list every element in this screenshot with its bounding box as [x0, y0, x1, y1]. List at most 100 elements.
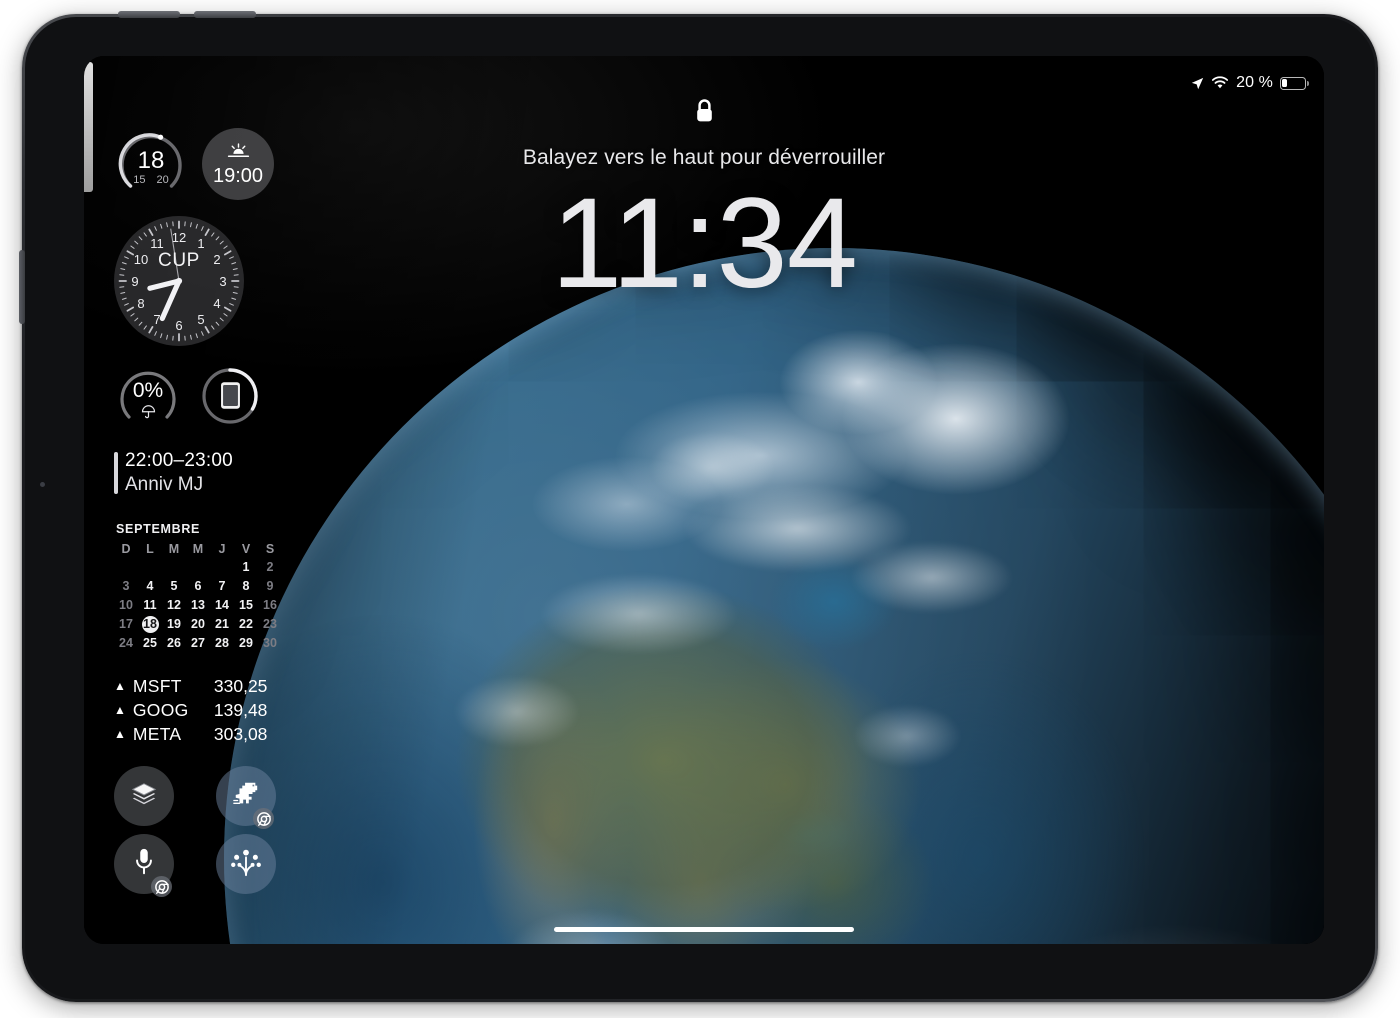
precipitation-value-label: 0% — [132, 379, 164, 402]
calendar-day[interactable]: 25 — [138, 635, 162, 652]
volume-up-button[interactable] — [118, 11, 180, 18]
stock-trend-up-icon: ▲ — [114, 703, 126, 717]
stock-price-label: 139,48 — [213, 699, 268, 720]
precipitation-widget[interactable]: 0% — [114, 362, 182, 430]
device-battery-widget[interactable] — [196, 362, 264, 430]
volume-down-button[interactable] — [194, 11, 256, 18]
sunset-widget[interactable]: 19:00 — [202, 128, 274, 200]
stock-trend-up-icon: ▲ — [114, 727, 126, 741]
calendar-day-empty — [210, 559, 234, 576]
calendar-month-label: SEPTEMBRE — [116, 522, 201, 536]
calendar-day[interactable]: 3 — [114, 578, 138, 595]
power-button[interactable] — [19, 250, 25, 324]
calendar-day-initial: V — [241, 542, 251, 556]
calendar-day[interactable]: 13 — [186, 597, 210, 614]
calendar-day[interactable]: 30 — [258, 635, 282, 652]
app-shortcut-microphone[interactable] — [114, 834, 174, 897]
clock-city-label: CUP — [158, 250, 200, 271]
ipad-device-frame: 20 % Balayez vers le haut pour déverroui… — [19, 11, 1378, 1002]
calendar-day[interactable]: 26 — [162, 635, 186, 652]
chrome-icon — [253, 808, 274, 829]
calendar-day[interactable]: 24 — [114, 635, 138, 652]
stock-row[interactable]: ▲ GOOG 139,48 — [114, 698, 314, 722]
calendar-day-initial: S — [265, 542, 275, 556]
app-shortcut-fireworks-burst[interactable] — [216, 834, 276, 894]
calendar-day-initials: DLMMJVS — [114, 542, 282, 559]
app-shortcut-layers-stack[interactable] — [114, 766, 174, 826]
gauge-scale: 15 20 — [114, 174, 188, 186]
calendar-day[interactable]: 9 — [258, 578, 282, 595]
calendar-day[interactable]: 29 — [234, 635, 258, 652]
home-indicator[interactable] — [554, 927, 854, 932]
ipad-screen[interactable]: 20 % Balayez vers le haut pour déverroui… — [84, 56, 1324, 944]
calendar-day[interactable]: 19 — [162, 616, 186, 633]
unlock-hint-text: Balayez vers le haut pour déverrouiller — [522, 146, 886, 169]
calendar-day[interactable]: 17 — [114, 616, 138, 633]
microphone-icon — [133, 847, 155, 882]
stock-row[interactable]: ▲ MSFT 330,25 — [114, 674, 314, 698]
svg-text:5: 5 — [197, 312, 204, 327]
gauge-max-label: 20 — [156, 174, 169, 186]
clock-center-pin — [175, 277, 183, 285]
calendar-day[interactable]: 16 — [258, 597, 282, 614]
calendar-day-initial: D — [121, 542, 131, 556]
calendar-day-today[interactable]: 18 — [138, 616, 162, 633]
calendar-day[interactable]: 11 — [138, 597, 162, 614]
lock-screen-clock: 11:34 — [551, 172, 858, 315]
lock-closed-icon — [694, 98, 715, 130]
svg-text:3: 3 — [219, 274, 226, 289]
fireworks-burst-icon — [230, 847, 262, 882]
svg-text:8: 8 — [137, 296, 144, 311]
calendar-day[interactable]: 22 — [234, 616, 258, 633]
stock-symbol-label: GOOG — [132, 699, 189, 720]
svg-text:12: 12 — [172, 230, 186, 245]
calendar-day[interactable]: 14 — [210, 597, 234, 614]
wifi-icon — [1211, 76, 1229, 90]
calendar-day-initial: M — [168, 542, 180, 556]
battery-low-icon — [1280, 76, 1309, 90]
calendar-day-empty — [186, 559, 210, 576]
umbrella-icon — [114, 405, 182, 424]
stock-price-label: 330,25 — [213, 675, 268, 696]
sunset-icon — [226, 141, 251, 164]
calendar-day[interactable]: 2 — [258, 559, 282, 576]
calendar-day[interactable]: 28 — [210, 635, 234, 652]
calendar-day[interactable]: 21 — [210, 616, 234, 633]
svg-text:11: 11 — [150, 236, 164, 251]
app-shortcut-t-rex-dinosaur[interactable] — [216, 766, 276, 829]
stock-row[interactable]: ▲ META 303,08 — [114, 722, 314, 746]
event-time-label: 22:00–23:00 — [125, 450, 233, 471]
chrome-icon — [151, 876, 172, 897]
top-widget-row: 18 15 20 19:00 — [114, 128, 314, 202]
calendar-day[interactable]: 8 — [234, 578, 258, 595]
sunset-time-label: 19:00 — [212, 164, 264, 187]
battery-percent-label: 20 % — [1236, 74, 1273, 91]
event-title-label: Anniv MJ — [125, 474, 204, 495]
calendar-widget[interactable]: SEPTEMBRE DLMMJVS 1 2 3 4 5 6 7 8 9 10 11 12 13 14 15 1… — [114, 522, 282, 652]
calendar-day[interactable]: 12 — [162, 597, 186, 614]
calendar-day-initial: L — [146, 542, 154, 556]
svg-text:9: 9 — [131, 274, 138, 289]
calendar-day-initial: M — [192, 542, 204, 556]
svg-text:6: 6 — [175, 318, 182, 333]
calendar-day[interactable]: 4 — [138, 578, 162, 595]
calendar-day-initial: J — [218, 542, 226, 556]
calendar-day-empty — [162, 559, 186, 576]
ipad-icon — [196, 381, 264, 415]
calendar-day[interactable]: 15 — [234, 597, 258, 614]
calendar-day[interactable]: 5 — [162, 578, 186, 595]
t-rex-dinosaur-icon — [231, 780, 261, 813]
calendar-day[interactable]: 6 — [186, 578, 210, 595]
calendar-day[interactable]: 10 — [114, 597, 138, 614]
calendar-day[interactable]: 23 — [258, 616, 282, 633]
calendar-day[interactable]: 20 — [186, 616, 210, 633]
calendar-day[interactable]: 27 — [186, 635, 210, 652]
temperature-gauge-widget[interactable]: 18 15 20 — [114, 128, 188, 202]
location-arrow-icon — [1191, 77, 1204, 90]
analog-clock-widget[interactable]: 12 1 2 345 678 9 10 11 CUP — [114, 216, 244, 346]
calendar-day[interactable]: 7 — [210, 578, 234, 595]
status-circle-row: 0% — [114, 362, 314, 430]
stocks-widget[interactable]: ▲ MSFT 330,25 ▲ GOOG 139,48 ▲ META 303,08 — [114, 674, 314, 746]
calendar-event-widget[interactable]: 22:00–23:00 Anniv MJ — [114, 450, 314, 496]
calendar-day[interactable]: 1 — [234, 559, 258, 576]
